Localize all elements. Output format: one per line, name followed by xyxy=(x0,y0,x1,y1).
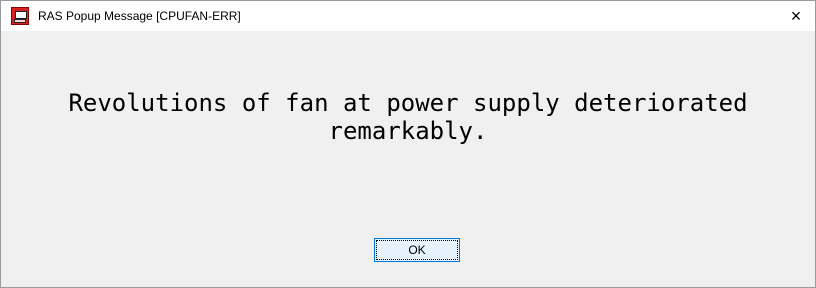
dialog-client-area: Revolutions of fan at power supply deter… xyxy=(1,31,815,287)
window-title: RAS Popup Message [CPUFAN-ERR] xyxy=(38,9,241,23)
ras-app-icon xyxy=(11,7,29,25)
close-icon[interactable]: × xyxy=(777,1,815,31)
ok-button[interactable]: OK xyxy=(374,238,460,262)
title-bar[interactable]: RAS Popup Message [CPUFAN-ERR] × xyxy=(1,1,815,31)
error-message: Revolutions of fan at power supply deter… xyxy=(68,89,748,145)
keyboard-glyph xyxy=(14,19,26,23)
popup-window: RAS Popup Message [CPUFAN-ERR] × Revolut… xyxy=(0,0,816,288)
monitor-glyph xyxy=(15,11,27,19)
ok-button-label: OK xyxy=(408,243,426,257)
ok-button-focus-ring: OK xyxy=(376,240,458,260)
